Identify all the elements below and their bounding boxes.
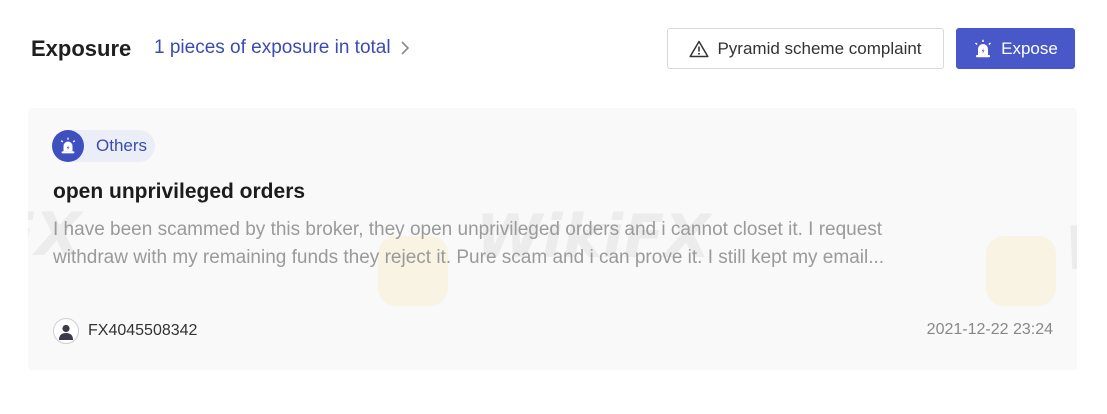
- alarm-siren-icon: [52, 130, 84, 162]
- category-tag: Others: [52, 130, 156, 162]
- pyramid-complaint-label: Pyramid scheme complaint: [717, 38, 922, 58]
- section-title: Exposure: [31, 36, 132, 61]
- category-label: Others: [96, 136, 148, 155]
- post-body-line: withdraw with my remaining funds they re…: [53, 247, 885, 268]
- watermark-w: W: [1064, 214, 1077, 284]
- exposure-count-link[interactable]: 1 pieces of exposure in total: [154, 37, 411, 59]
- pyramid-complaint-button[interactable]: Pyramid scheme complaint: [667, 28, 944, 69]
- exposure-card[interactable]: FX WikiFX W Others open unprivileged ord…: [28, 108, 1077, 370]
- post-title[interactable]: open unprivileged orders: [53, 180, 305, 204]
- exposure-header: Exposure 1 pieces of exposure in total P…: [0, 0, 1107, 98]
- user-icon: [53, 318, 79, 344]
- expose-label: Expose: [1001, 38, 1058, 58]
- alarm-siren-icon: [975, 39, 992, 57]
- chevron-right-icon: [401, 41, 409, 55]
- post-body-line: I have been scammed by this broker, they…: [53, 219, 883, 240]
- exposure-count-text: 1 pieces of exposure in total: [154, 37, 391, 58]
- post-body[interactable]: I have been scammed by this broker, they…: [53, 216, 988, 272]
- post-date: 2021-12-22 23:24: [926, 321, 1053, 338]
- author-name: FX4045508342: [88, 322, 198, 339]
- post-author[interactable]: FX4045508342: [53, 318, 197, 344]
- expose-button[interactable]: Expose: [956, 28, 1075, 69]
- watermark-logo-icon-2: [986, 236, 1056, 306]
- warning-triangle-icon: [689, 40, 710, 57]
